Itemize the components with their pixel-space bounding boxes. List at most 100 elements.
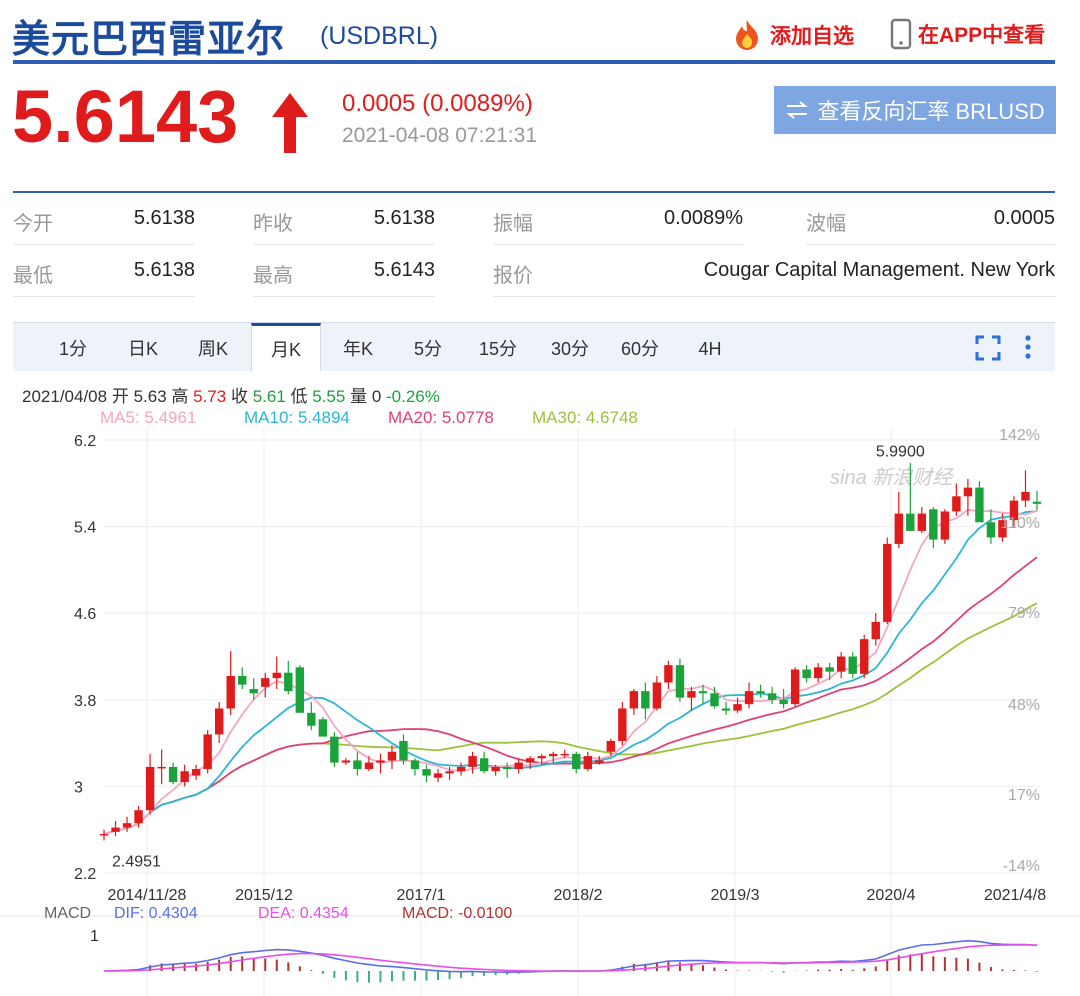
candle-body: [272, 672, 281, 679]
info-close-label: 收: [230, 387, 248, 406]
reverse-rate-button[interactable]: 查看反向汇率 BRLUSD: [774, 86, 1056, 134]
quote-time: 2021-04-08 07:21:31: [342, 124, 537, 147]
candle-body: [433, 773, 443, 778]
stat-line: [13, 244, 195, 245]
tab-daily[interactable]: 日K: [108, 323, 178, 371]
kline-chart[interactable]: sina 新浪财经 6.2 5.4 4.6 3.8 3 2.2 142% 110% 79% 48%…: [0, 428, 1080, 996]
pct-tick-label: 17%: [1008, 787, 1040, 804]
candle-body: [560, 753, 569, 756]
price-change: 0.0005 (0.0089%): [342, 90, 533, 117]
candle-body: [353, 760, 362, 770]
x-tick-label: 2021/4/8: [984, 887, 1046, 904]
candle-body: [514, 762, 523, 770]
candle-body: [180, 771, 189, 783]
stat-amplitude-label: 振幅: [493, 213, 533, 235]
pct-tick-label: 110%: [1000, 515, 1040, 532]
candle-body: [214, 708, 224, 735]
candle-body: [756, 691, 765, 694]
ma20-line: [103, 556, 1038, 835]
period-tabs: 1分 日K 周K 月K 年K 5分 15分 30分 60分 4H: [13, 322, 1055, 371]
candle-body: [606, 740, 616, 752]
candle-body: [917, 513, 927, 531]
candle-body: [226, 675, 235, 709]
stat-line: [493, 296, 1055, 297]
x-tick-label: 2020/4: [867, 887, 916, 904]
candle-body: [975, 487, 984, 523]
candle-body: [238, 675, 247, 685]
candle-body: [122, 823, 132, 828]
candle-body: [744, 691, 754, 705]
tab-monthly[interactable]: 月K: [251, 323, 321, 371]
x-tick-label: 2015/12: [235, 887, 293, 904]
tab-1min[interactable]: 1分: [38, 323, 108, 371]
macd-dif-label: DIF: 0.4304: [114, 905, 198, 922]
tab-yearly[interactable]: 年K: [323, 323, 393, 371]
x-tick-label: 2019/3: [711, 887, 760, 904]
tab-30min[interactable]: 30分: [535, 323, 605, 371]
current-price: 5.6143: [12, 75, 239, 158]
candle-body: [675, 665, 685, 698]
candle-body: [364, 762, 374, 770]
candle-body: [813, 667, 823, 679]
info-high: 5.73: [193, 387, 227, 406]
macd-dea-line: [103, 944, 1038, 972]
y-tick-label: 3.8: [74, 693, 96, 710]
max-label: 5.9900: [876, 444, 925, 461]
tab-15min[interactable]: 15分: [463, 323, 533, 371]
add-watchlist-label: 添加自选: [770, 25, 854, 48]
candle-body: [111, 827, 120, 832]
candle-body: [468, 756, 477, 767]
candle-body: [583, 756, 592, 770]
page-title: 美元巴西雷亚尔: [12, 19, 286, 61]
add-watchlist-button[interactable]: 添加自选: [730, 18, 854, 52]
y-tick-label: 4.6: [74, 606, 96, 623]
stat-quote-label: 报价: [493, 265, 533, 287]
tab-4h[interactable]: 4H: [675, 323, 745, 371]
more-icon[interactable]: [1023, 333, 1033, 361]
stat-quote-source: Cougar Capital Management. New York: [703, 259, 1055, 281]
stat-high-value: 5.6143: [373, 259, 435, 281]
candle-body: [203, 734, 212, 770]
view-in-app-button[interactable]: 在APP中查看: [890, 18, 1045, 50]
candle-body: [410, 760, 420, 770]
x-tick-label: 2014/11/28: [108, 887, 187, 904]
ma20-label: MA20: 5.0778: [388, 408, 494, 427]
stat-line: [493, 244, 743, 245]
candle-body: [491, 766, 500, 772]
fullscreen-icon[interactable]: [975, 335, 1001, 361]
ma10-label: MA10: 5.4894: [244, 408, 350, 427]
stat-amplitude-value: 0.0089%: [664, 207, 743, 229]
candle-body: [145, 766, 155, 811]
tab-60min[interactable]: 60分: [605, 323, 675, 371]
info-low: 5.55: [312, 387, 346, 406]
quote-divider: [13, 191, 1055, 193]
candle-body: [549, 753, 558, 757]
header-divider: [13, 60, 1055, 64]
info-low-label: 低: [290, 387, 308, 406]
candle-body: [399, 740, 408, 761]
candle-body: [767, 693, 777, 700]
info-high-label: 高: [171, 387, 189, 406]
pct-tick-label: 48%: [1008, 697, 1040, 714]
candle-body: [871, 621, 880, 640]
candle-body: [387, 751, 397, 761]
tab-weekly[interactable]: 周K: [178, 323, 248, 371]
stat-line: [253, 296, 435, 297]
candle-info: 2021/04/08 开 5.63 高 5.73 收 5.61 低 5.55 量…: [22, 382, 440, 407]
y-tick-label: 5.4: [74, 520, 96, 537]
candle-body: [307, 712, 316, 726]
candle-body: [836, 656, 846, 672]
phone-icon: [890, 18, 912, 50]
candle-body: [986, 522, 996, 538]
info-date: 2021/04/08: [22, 387, 108, 406]
candle-body: [261, 678, 270, 687]
macd-dea-label: DEA: 0.4354: [258, 905, 349, 922]
candle-body: [641, 691, 650, 709]
candle-body: [698, 691, 708, 694]
candle-body: [99, 834, 109, 836]
stat-line: [806, 244, 1055, 245]
reverse-rate-label: 查看反向汇率 BRLUSD: [817, 99, 1045, 124]
stat-prev-close-label: 昨收: [253, 213, 293, 235]
watermark: sina 新浪财经: [830, 467, 954, 489]
tab-5min[interactable]: 5分: [393, 323, 463, 371]
